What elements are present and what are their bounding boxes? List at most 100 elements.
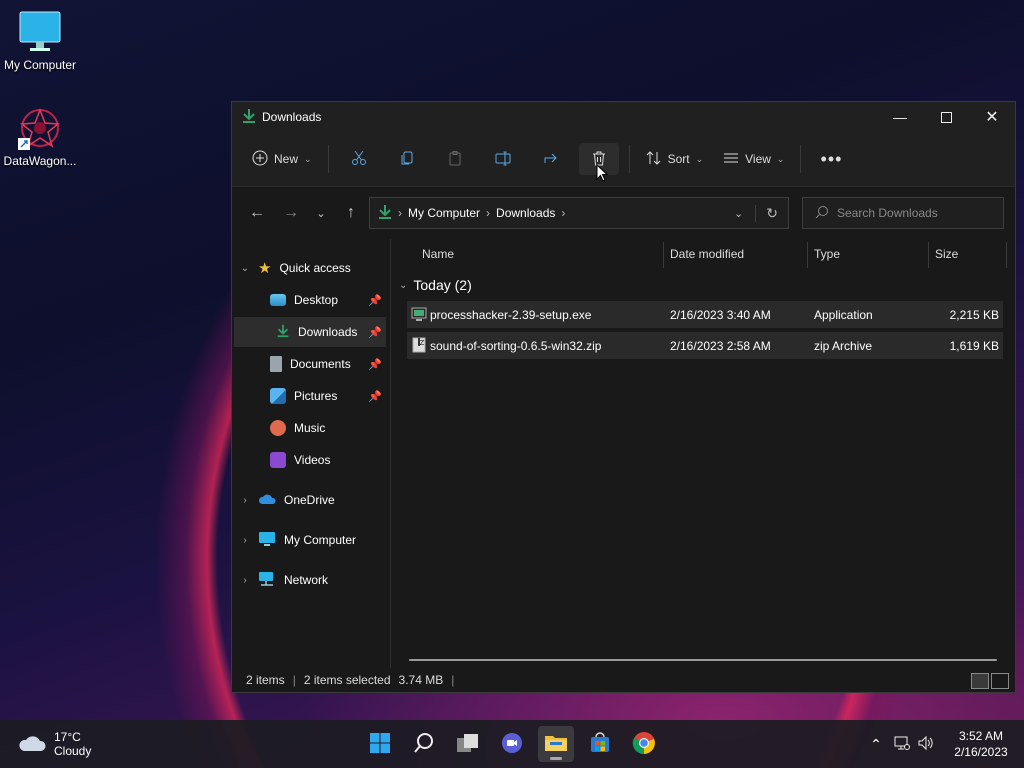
tiles-view-button[interactable] [991, 673, 1009, 689]
search-icon [815, 205, 829, 222]
search-box[interactable]: Search Downloads [802, 197, 1004, 229]
chevron-up-icon: ⌃ [870, 735, 882, 752]
desktop-icon-label: My Computer [3, 58, 77, 72]
weather-condition: Cloudy [54, 744, 92, 758]
forward-button[interactable]: → [276, 198, 306, 228]
column-header-name[interactable]: Name [422, 239, 454, 269]
window-title: Downloads [262, 110, 322, 124]
chevron-down-icon: ⌄ [304, 153, 312, 164]
address-dropdown-button[interactable]: ⌄ [734, 207, 743, 220]
column-divider[interactable] [663, 242, 664, 268]
start-button[interactable] [362, 726, 398, 762]
sidebar-item-desktop[interactable]: Desktop 📌 [270, 285, 386, 315]
file-type: zip Archive [814, 338, 873, 353]
sidebar-item-label: OneDrive [284, 493, 335, 507]
group-header-today[interactable]: ⌄ Today (2) [399, 277, 472, 293]
desktop-icon-my-computer[interactable]: My Computer [0, 10, 80, 72]
music-icon [270, 420, 286, 436]
show-hidden-icons-button[interactable]: ⌃ [862, 736, 890, 753]
more-options-button[interactable]: ••• [811, 143, 851, 175]
column-divider[interactable] [928, 242, 929, 268]
show-desktop-button[interactable] [1016, 720, 1024, 768]
view-button[interactable]: View ⌄ [713, 143, 794, 175]
file-name: processhacker-2.39-setup.exe [430, 307, 592, 322]
sidebar-item-onedrive[interactable]: › OneDrive [240, 485, 335, 515]
store-button[interactable] [582, 726, 618, 762]
copy-button[interactable] [387, 143, 427, 175]
toolbar-divider [800, 145, 802, 173]
file-explorer-taskbar-button[interactable] [538, 726, 574, 762]
breadcrumb-my-computer[interactable]: My Computer [408, 206, 480, 220]
back-button[interactable]: ← [242, 198, 272, 228]
task-view-icon [456, 733, 480, 756]
store-icon [589, 731, 611, 757]
column-header-type[interactable]: Type [814, 239, 840, 269]
chevron-right-icon: › [243, 494, 247, 506]
sidebar-item-pictures[interactable]: Pictures 📌 [270, 381, 386, 411]
minimize-icon: — [893, 109, 907, 125]
cloud-icon [258, 493, 276, 508]
cut-button[interactable] [339, 143, 379, 175]
desktop-icon-datawagon[interactable]: DataWagon... [0, 106, 80, 168]
sidebar-item-network[interactable]: › Network [240, 565, 328, 595]
horizontal-scrollbar[interactable] [409, 659, 997, 661]
volume-button[interactable] [914, 735, 938, 754]
up-button[interactable]: ↑ [336, 198, 366, 228]
network-status-button[interactable] [890, 735, 914, 754]
pin-icon: 📌 [368, 390, 382, 403]
chrome-button[interactable] [626, 726, 662, 762]
application-icon [411, 307, 427, 325]
task-view-button[interactable] [450, 726, 486, 762]
file-row[interactable]: Z sound-of-sorting-0.6.5-win32.zip 2/16/… [407, 332, 1003, 359]
recent-locations-button[interactable]: ⌄ [306, 198, 336, 228]
file-date: 2/16/2023 3:40 AM [670, 307, 771, 322]
paste-button[interactable] [435, 143, 475, 175]
file-name: sound-of-sorting-0.6.5-win32.zip [430, 338, 602, 353]
search-button[interactable] [406, 726, 442, 762]
sidebar-item-documents[interactable]: Documents 📌 [270, 349, 386, 379]
sidebar-item-quick-access[interactable]: ⌄ ★ Quick access [240, 253, 351, 283]
column-divider[interactable] [807, 242, 808, 268]
clock[interactable]: 3:52 AM 2/16/2023 [946, 728, 1016, 760]
weather-widget[interactable]: 17°C Cloudy [18, 730, 91, 758]
close-button[interactable]: ✕ [969, 102, 1015, 132]
monitor-icon [258, 531, 276, 550]
sort-icon [646, 150, 662, 169]
video-icon [270, 452, 286, 468]
column-label: Name [422, 247, 455, 261]
plus-circle-icon [252, 150, 268, 169]
sidebar-item-videos[interactable]: Videos [270, 445, 330, 475]
selection-size: 3.74 MB [398, 673, 444, 687]
details-view-button[interactable] [971, 673, 989, 689]
file-row[interactable]: processhacker-2.39-setup.exe 2/16/2023 3… [407, 301, 1003, 328]
column-header-date[interactable]: Date modified [670, 239, 744, 269]
arrow-left-icon: ← [249, 204, 265, 221]
sidebar-item-music[interactable]: Music [270, 413, 325, 443]
rename-button[interactable] [483, 143, 523, 175]
chevron-right-icon: › [486, 206, 491, 220]
svg-text:Z: Z [420, 339, 425, 347]
pin-icon: 📌 [368, 358, 382, 371]
new-label: New [274, 152, 299, 166]
address-bar[interactable]: › My Computer › Downloads › ⌄ ↻ [369, 197, 789, 229]
maximize-button[interactable] [923, 102, 969, 132]
share-button[interactable] [531, 143, 571, 175]
sidebar-item-label: Pictures [294, 389, 338, 403]
star-icon: ★ [258, 260, 272, 277]
cloud-icon [18, 733, 46, 756]
sidebar-item-my-computer[interactable]: › My Computer [240, 525, 356, 555]
column-header-size[interactable]: Size [935, 239, 958, 269]
chevron-right-icon: › [398, 206, 402, 220]
chat-button[interactable] [494, 726, 530, 762]
sidebar-item-downloads[interactable]: Downloads 📌 [234, 317, 386, 347]
file-list: Name Date modified Type Size ⌄ Today (2)… [391, 239, 1015, 669]
column-divider[interactable] [1006, 242, 1007, 268]
new-button[interactable]: New ⌄ [242, 143, 322, 175]
sort-button[interactable]: Sort ⌄ [636, 143, 714, 175]
clipboard-icon [447, 150, 463, 169]
status-bar: 2 items | 2 items selected 3.74 MB | [232, 668, 1015, 692]
refresh-button[interactable]: ↻ [755, 204, 788, 222]
breadcrumb-downloads[interactable]: Downloads [496, 206, 555, 220]
title-bar[interactable]: Downloads — ✕ [232, 102, 1015, 132]
minimize-button[interactable]: — [877, 102, 923, 132]
